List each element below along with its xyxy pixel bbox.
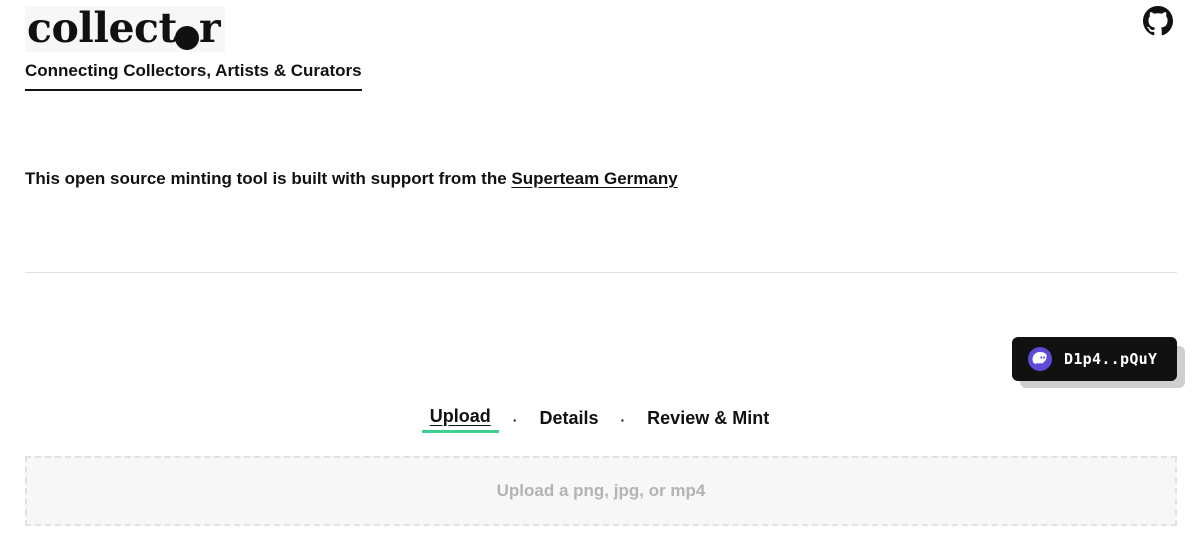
upload-placeholder: Upload a png, jpg, or mp4 bbox=[496, 481, 706, 500]
logo-text: collect bbox=[27, 4, 177, 52]
logo-dot bbox=[175, 26, 199, 50]
divider bbox=[25, 272, 1177, 273]
step-separator: · bbox=[512, 411, 518, 428]
support-text: This open source minting tool is built w… bbox=[25, 169, 678, 189]
ghost-icon bbox=[1028, 347, 1052, 371]
mint-steps: Upload · Details · Review & Mint bbox=[0, 406, 1199, 433]
tagline: Connecting Collectors, Artists & Curator… bbox=[25, 61, 362, 91]
superteam-germany-link[interactable]: Superteam Germany bbox=[511, 169, 677, 188]
step-separator: · bbox=[620, 411, 626, 428]
github-icon-svg bbox=[1143, 6, 1173, 36]
logo-text-end: r bbox=[199, 4, 221, 52]
wallet-address: D1p4..pQuY bbox=[1064, 350, 1158, 368]
github-icon[interactable] bbox=[1143, 6, 1173, 36]
support-text-body: This open source minting tool is built w… bbox=[25, 169, 512, 188]
collector-logo[interactable]: collect r bbox=[25, 4, 225, 52]
step-review-mint[interactable]: Review & Mint bbox=[639, 408, 777, 432]
step-upload[interactable]: Upload bbox=[421, 406, 499, 433]
upload-dropzone[interactable]: Upload a png, jpg, or mp4 bbox=[25, 456, 1177, 526]
step-details[interactable]: Details bbox=[531, 408, 606, 432]
page: collect r Connecting Collectors, Artists… bbox=[0, 0, 1199, 554]
ghost-icon-svg bbox=[1032, 352, 1047, 364]
wallet-button[interactable]: D1p4..pQuY bbox=[1012, 337, 1177, 381]
